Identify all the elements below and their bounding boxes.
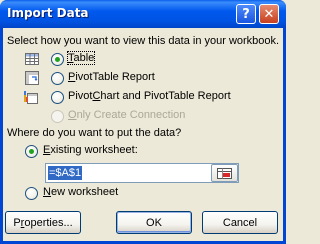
table-icon bbox=[25, 53, 39, 65]
view-connection-label: Only Create Connection bbox=[68, 109, 186, 121]
cell-reference-input[interactable]: =$A$1 bbox=[45, 163, 239, 183]
view-connection-radio bbox=[51, 110, 64, 123]
close-button[interactable]: ✕ bbox=[259, 4, 279, 24]
view-table-label[interactable]: Table bbox=[66, 51, 96, 65]
help-button[interactable]: ? bbox=[236, 4, 256, 24]
cell-reference-value: =$A$1 bbox=[48, 166, 83, 180]
title-bar[interactable]: Import Data ? ✕ bbox=[0, 0, 286, 28]
dialog-title: Import Data bbox=[7, 6, 89, 20]
collapse-dialog-button[interactable] bbox=[211, 164, 238, 182]
view-pivottable-radio[interactable] bbox=[51, 72, 64, 85]
view-section-heading: Select how you want to view this data in… bbox=[7, 35, 280, 47]
cancel-button[interactable]: Cancel bbox=[202, 211, 278, 234]
view-pivottable-label[interactable]: PivotTable Report bbox=[68, 71, 155, 83]
ok-button[interactable]: OK bbox=[116, 211, 192, 234]
import-data-dialog: Import Data ? ✕ Select how you want to v… bbox=[0, 0, 286, 244]
help-icon: ? bbox=[242, 6, 250, 22]
view-table-radio[interactable] bbox=[51, 53, 64, 66]
existing-worksheet-label[interactable]: Existing worksheet: bbox=[43, 144, 138, 156]
view-pivotchart-radio[interactable] bbox=[51, 91, 64, 104]
close-icon: ✕ bbox=[263, 6, 275, 22]
new-worksheet-label[interactable]: New worksheet bbox=[43, 186, 118, 198]
pivotchart-icon bbox=[24, 91, 38, 104]
existing-worksheet-radio[interactable] bbox=[25, 145, 38, 158]
range-select-icon bbox=[217, 168, 232, 179]
location-section-heading: Where do you want to put the data? bbox=[7, 127, 182, 139]
properties-button[interactable]: Pr operties... bbox=[5, 211, 81, 234]
new-worksheet-radio[interactable] bbox=[25, 187, 38, 200]
pivottable-icon bbox=[25, 71, 39, 85]
view-pivotchart-label[interactable]: PivotChart and PivotTable Report bbox=[68, 90, 231, 102]
